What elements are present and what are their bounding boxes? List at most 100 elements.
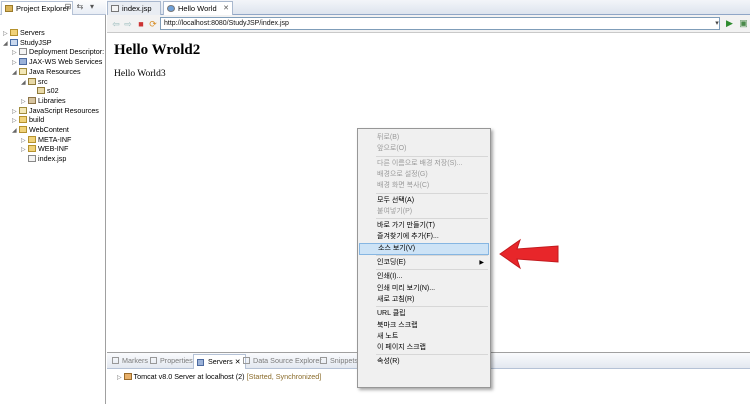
- expand-icon[interactable]: ▷: [117, 375, 122, 381]
- expand-toggle-icon[interactable]: ◢: [12, 126, 19, 136]
- menu-item-label: 속성(R): [377, 358, 400, 366]
- expand-toggle-icon[interactable]: ◢: [21, 78, 28, 88]
- menu-item-label: 인쇄(I)...: [377, 273, 403, 281]
- view-menu-icon[interactable]: ▾: [88, 3, 96, 11]
- tree-item[interactable]: ◢ src: [21, 77, 48, 87]
- menu-item[interactable]: 모두 선택(A): [359, 195, 489, 207]
- menu-item: 배경으로 설정(G): [359, 169, 489, 181]
- menu-item-label: 모두 선택(A): [377, 196, 415, 204]
- tree-item[interactable]: ▷ Servers: [3, 28, 45, 38]
- menu-item: 붙여넣기(P): [359, 206, 489, 218]
- server-row[interactable]: ▷ Tomcat v8.0 Server at localhost (2) [S…: [117, 372, 321, 383]
- context-menu: 뒤로(B) 앞으로(O) 다른 이름으로 배경 저장(S)... 배경으로 설정(G)…: [357, 128, 491, 388]
- jsp-file-icon: [28, 155, 36, 163]
- menu-item-label: 붙여넣기(P): [377, 207, 413, 215]
- menu-item-label: 북마크 스크랩: [377, 321, 418, 329]
- menu-item: 배경 화면 복사(C): [359, 180, 489, 192]
- tab-servers[interactable]: Servers ✕: [193, 354, 246, 369]
- menu-item[interactable]: 속성(R): [359, 356, 489, 368]
- link-with-editor-icon[interactable]: ⇆: [76, 3, 84, 11]
- menu-separator: [376, 306, 488, 308]
- menu-item[interactable]: 새로 고침(R): [359, 294, 489, 306]
- menu-item-label: 다른 이름으로 배경 저장(S)...: [377, 159, 463, 167]
- tree-item[interactable]: ◢ StudyJSP: [3, 38, 52, 48]
- tree-item[interactable]: ◢ Java Resources: [12, 67, 81, 77]
- folder-icon: [10, 29, 18, 36]
- stop-icon[interactable]: ■: [136, 19, 146, 29]
- menu-separator: [376, 218, 488, 220]
- tree-item-label: Java Resources: [29, 66, 81, 76]
- tab-properties[interactable]: Properties: [150, 356, 193, 365]
- menu-item[interactable]: 인코딩(E) ▶: [359, 257, 489, 269]
- menu-item[interactable]: 이 페이지 스크랩: [359, 342, 489, 354]
- menu-item[interactable]: 소스 보기(V): [359, 242, 489, 255]
- tab-index-jsp[interactable]: index.jsp: [107, 1, 161, 15]
- globe-icon: [167, 5, 175, 12]
- tree-item-label: build: [29, 115, 45, 125]
- tree-item-label: Libraries: [38, 95, 66, 105]
- java-resources-icon: [19, 67, 27, 75]
- source-folder-icon: [28, 77, 36, 85]
- package-icon: [37, 87, 45, 95]
- tree-item[interactable]: ▷ Libraries: [21, 96, 66, 106]
- tree-item-label: Servers: [20, 28, 45, 37]
- menu-item-label: 즐겨찾기에 추가(F)...: [377, 233, 439, 241]
- menu-item[interactable]: URL 클립: [359, 308, 489, 320]
- submenu-arrow-icon: ▶: [479, 260, 484, 266]
- library-icon: [28, 96, 36, 104]
- jsp-file-icon: [111, 5, 119, 12]
- descriptor-icon: [19, 48, 27, 56]
- tree-item-label: s02: [47, 86, 59, 96]
- folder-icon: [19, 116, 27, 124]
- folder-icon: [28, 135, 36, 143]
- tomcat-server-icon: [123, 373, 132, 380]
- tree-item-label: JavaScript Resources: [29, 105, 99, 115]
- tree-item[interactable]: ▷ WEB-INF: [21, 144, 68, 154]
- tree-item[interactable]: s02: [30, 86, 59, 96]
- tree-item-label: src: [38, 76, 48, 86]
- menu-item-label: 소스 보기(V): [378, 244, 416, 252]
- tree-item[interactable]: ▷ build: [12, 115, 44, 125]
- menu-separator: [376, 192, 488, 194]
- menu-item[interactable]: 인쇄(I)...: [359, 271, 489, 283]
- tree-item-label: WebContent: [29, 125, 69, 134]
- menu-item[interactable]: 즐겨찾기에 추가(F)...: [359, 231, 489, 243]
- tree-item[interactable]: ▷ JavaScript Resources: [12, 106, 99, 116]
- open-external-icon[interactable]: ▣: [738, 18, 749, 29]
- tab-data-source-explorer[interactable]: Data Source Explorer: [243, 356, 322, 365]
- menu-item: 다른 이름으로 배경 저장(S)...: [359, 158, 489, 170]
- menu-item: 뒤로(B): [359, 132, 489, 144]
- menu-item[interactable]: 북마크 스크랩: [359, 320, 489, 332]
- tree-item-label: META-INF: [38, 134, 72, 144]
- refresh-icon[interactable]: ⟳: [148, 19, 158, 29]
- menu-item-label: URL 클립: [377, 310, 406, 318]
- tab-markers[interactable]: Markers: [112, 356, 148, 365]
- collapse-all-icon[interactable]: ⊟: [64, 3, 72, 11]
- menu-item-label: 인코딩(E): [377, 259, 406, 266]
- red-arrow-annotation: [499, 238, 559, 270]
- project-explorer-tab[interactable]: Project Explorer: [1, 1, 74, 15]
- tree-item[interactable]: ◢ WebContent: [12, 125, 69, 135]
- properties-icon: [150, 357, 157, 364]
- tab-hello-world[interactable]: Hello World ✕: [163, 1, 233, 15]
- tree-item[interactable]: index.jsp: [21, 154, 66, 164]
- tab-data-source-label: Data Source Explorer: [253, 356, 322, 365]
- close-icon[interactable]: ✕: [223, 2, 229, 15]
- menu-item[interactable]: 인쇄 미리 보기(N)...: [359, 283, 489, 295]
- url-input[interactable]: http://localhost:8080/StudyJSP/index.jsp: [160, 17, 720, 30]
- expand-toggle-icon[interactable]: ◢: [3, 39, 10, 49]
- forward-icon[interactable]: ⇨: [123, 19, 133, 29]
- chevron-down-icon[interactable]: ▾: [713, 17, 721, 30]
- tab-snippets[interactable]: Snippets: [320, 356, 358, 365]
- go-icon[interactable]: ▶: [724, 18, 735, 29]
- tree-item[interactable]: ▷ JAX-WS Web Services: [12, 57, 102, 67]
- tree-item[interactable]: ▷ META-INF: [21, 135, 71, 145]
- server-count: (2): [235, 372, 245, 381]
- menu-item[interactable]: 바로 가기 만들기(T): [359, 220, 489, 232]
- menu-item-label: 인쇄 미리 보기(N)...: [377, 284, 436, 292]
- tree-item[interactable]: ▷ Deployment Descriptor:: [12, 47, 104, 57]
- expand-toggle-icon[interactable]: ◢: [12, 68, 19, 78]
- menu-item-label: 뒤로(B): [377, 134, 400, 141]
- menu-item[interactable]: 새 노트: [359, 331, 489, 343]
- back-icon[interactable]: ⇦: [111, 19, 121, 29]
